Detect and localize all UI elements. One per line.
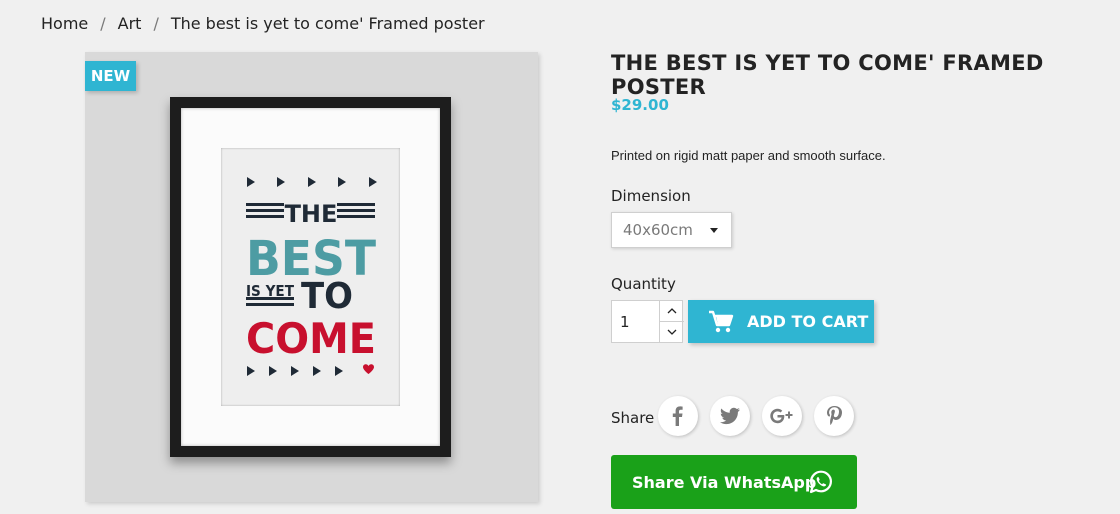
heart-icon — [363, 364, 374, 374]
quantity-value[interactable]: 1 — [620, 313, 630, 331]
breadcrumb-separator: / — [153, 14, 159, 33]
dimension-value: 40x60cm — [623, 221, 693, 239]
new-badge: NEW — [85, 61, 136, 91]
chevron-down-icon — [710, 228, 718, 233]
breadcrumb-home[interactable]: Home — [41, 14, 88, 33]
dimension-label: Dimension — [611, 187, 691, 205]
google-plus-icon — [770, 408, 793, 424]
facebook-icon — [672, 406, 683, 426]
poster-mat: THE BEST IS YET TO COME — [181, 108, 440, 446]
poster-text-to: TO — [301, 276, 353, 317]
product-image[interactable]: THE BEST IS YET TO COME — [85, 52, 538, 502]
poster-text-isyet: IS YET — [246, 282, 295, 300]
product-title: THE BEST IS YET TO COME' FRAMED POSTER — [611, 51, 1044, 99]
pinterest-share-button[interactable] — [814, 396, 854, 436]
poster-artwork: THE BEST IS YET TO COME — [221, 148, 400, 406]
facebook-share-button[interactable] — [658, 396, 698, 436]
shopping-cart-icon — [708, 310, 734, 338]
breadcrumb: Home / Art / The best is yet to come' Fr… — [41, 14, 485, 33]
chevron-down-icon — [667, 329, 677, 335]
google-plus-share-button[interactable] — [762, 396, 802, 436]
product-description: Printed on rigid matt paper and smooth s… — [611, 148, 886, 163]
add-to-cart-label: ADD TO CART — [747, 312, 869, 331]
poster-text-the: THE — [285, 200, 338, 228]
twitter-icon — [720, 407, 740, 425]
breadcrumb-art[interactable]: Art — [118, 14, 142, 33]
breadcrumb-current: The best is yet to come' Framed poster — [170, 14, 485, 33]
dimension-select[interactable]: 40x60cm — [611, 212, 732, 248]
quantity-label: Quantity — [611, 275, 676, 293]
chevron-up-icon — [667, 308, 677, 314]
whatsapp-share-button[interactable]: Share Via WhatsApp — [611, 455, 857, 509]
add-to-cart-button[interactable]: ADD TO CART — [688, 300, 874, 343]
quantity-decrement-button[interactable] — [660, 322, 684, 342]
whatsapp-icon — [807, 468, 835, 500]
poster-typography: THE BEST IS YET TO COME — [246, 177, 377, 376]
quantity-stepper[interactable]: 1 — [611, 300, 684, 343]
twitter-share-button[interactable] — [710, 396, 750, 436]
poster-text-come: COME — [246, 314, 376, 363]
whatsapp-share-label: Share Via WhatsApp — [632, 473, 817, 492]
quantity-spinner — [659, 301, 684, 342]
pinterest-icon — [827, 406, 842, 426]
breadcrumb-separator: / — [100, 14, 106, 33]
quantity-increment-button[interactable] — [660, 301, 684, 322]
poster-frame: THE BEST IS YET TO COME — [170, 97, 451, 457]
product-price: $29.00 — [611, 96, 669, 114]
share-label: Share — [611, 409, 655, 427]
